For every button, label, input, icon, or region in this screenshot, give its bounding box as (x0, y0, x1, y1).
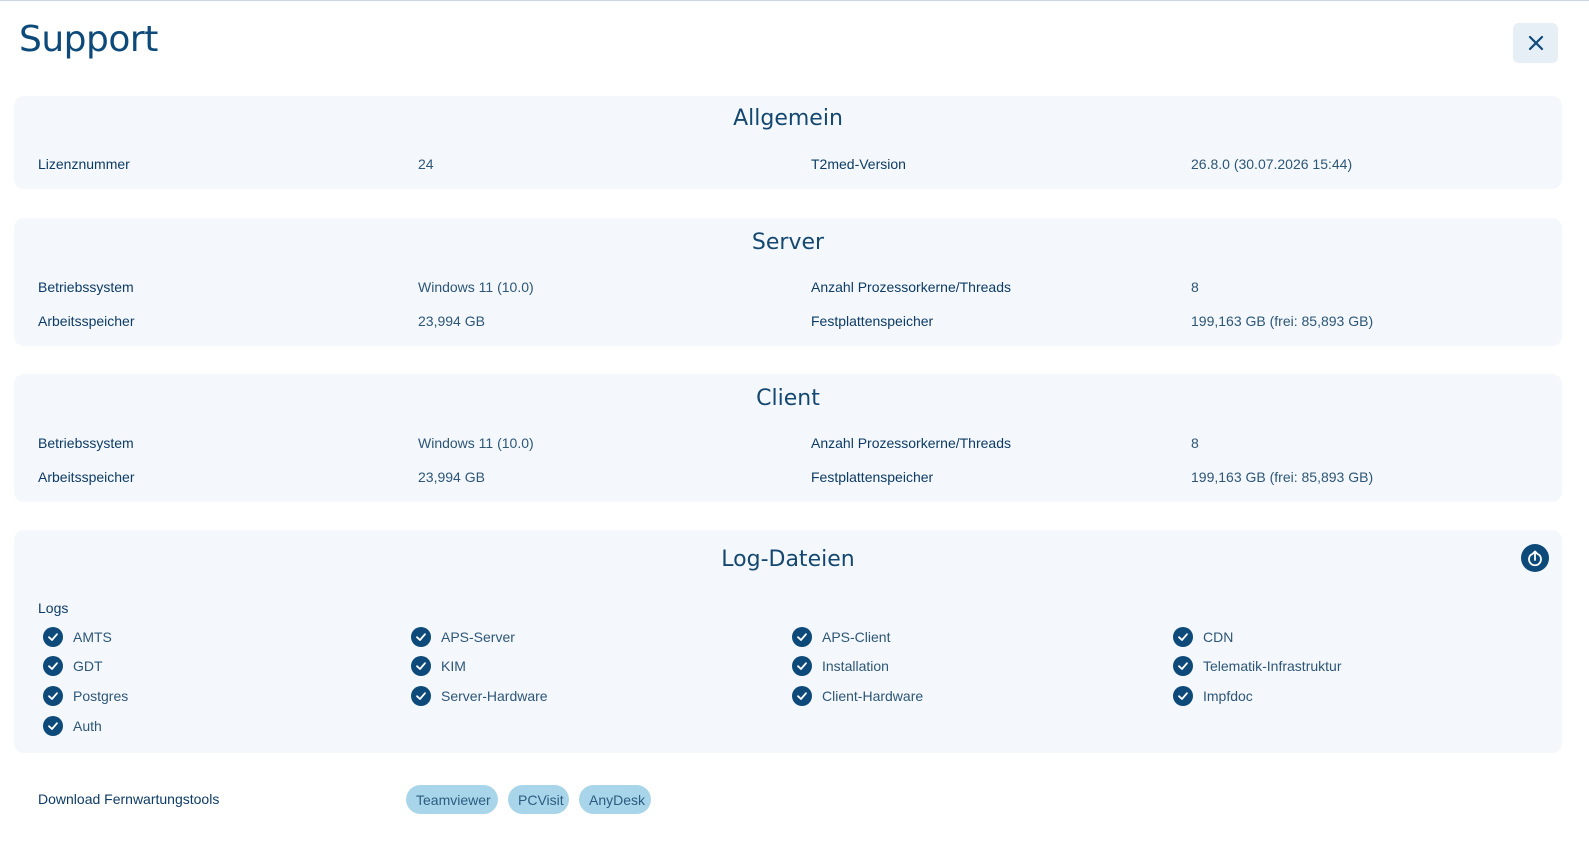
client-cores-label: Anzahl Prozessorkerne/Threads (811, 435, 1011, 451)
server-os-value: Windows 11 (10.0) (418, 279, 534, 295)
check-icon (411, 686, 431, 706)
download-tools-label: Download Fernwartungstools (38, 791, 220, 807)
upload-icon (1528, 550, 1542, 567)
log-checkbox-impfdoc[interactable]: Impfdoc (1173, 686, 1253, 706)
client-section: Client Betriebssystem Windows 11 (10.0) … (14, 374, 1562, 502)
section-title: Log-Dateien (721, 547, 855, 572)
client-cores-value: 8 (1191, 435, 1199, 451)
check-icon (1173, 686, 1193, 706)
check-icon (411, 656, 431, 676)
check-icon (411, 627, 431, 647)
server-disk-label: Festplattenspeicher (811, 313, 934, 329)
pcvisit-button[interactable]: PCVisit (508, 785, 569, 814)
close-button[interactable] (1513, 23, 1558, 63)
log-label: APS-Server (441, 629, 515, 645)
server-ram-label: Arbeitsspeicher (38, 313, 135, 329)
log-checkbox-auth[interactable]: Auth (43, 716, 102, 736)
log-checkbox-installation[interactable]: Installation (792, 656, 889, 676)
log-label: Server-Hardware (441, 688, 548, 704)
logs-subtitle: Logs (38, 600, 69, 616)
license-label: Lizenznummer (38, 156, 130, 172)
client-disk-value: 199,163 GB (frei: 85,893 GB) (1191, 469, 1374, 485)
server-section: Server Betriebssystem Windows 11 (10.0) … (14, 218, 1562, 346)
check-icon (1173, 627, 1193, 647)
log-checkbox-aps-server[interactable]: APS-Server (411, 627, 515, 647)
log-label: APS-Client (822, 629, 891, 645)
page-title: Support (19, 19, 158, 60)
log-files-section: Log-Dateien Logs AMTS GDT Postgres Auth … (14, 530, 1562, 753)
client-disk-label: Festplattenspeicher (811, 469, 934, 485)
log-label: Postgres (73, 688, 129, 704)
log-label: KIM (441, 658, 466, 674)
version-label: T2med-Version (811, 156, 906, 172)
server-ram-value: 23,994 GB (418, 313, 485, 329)
client-ram-label: Arbeitsspeicher (38, 469, 135, 485)
license-value: 24 (418, 156, 434, 172)
check-icon (43, 656, 63, 676)
log-label: Telematik-Infrastruktur (1203, 658, 1342, 674)
log-checkbox-aps-client[interactable]: APS-Client (792, 627, 890, 647)
client-os-label: Betriebssystem (38, 435, 134, 451)
log-checkbox-kim[interactable]: KIM (411, 656, 466, 676)
log-label: AMTS (73, 629, 112, 645)
log-checkbox-cdn[interactable]: CDN (1173, 627, 1233, 647)
log-checkbox-postgres[interactable]: Postgres (43, 686, 128, 706)
client-os-value: Windows 11 (10.0) (418, 435, 534, 451)
client-ram-value: 23,994 GB (418, 469, 485, 485)
log-label: GDT (73, 658, 103, 674)
server-cores-value: 8 (1191, 279, 1199, 295)
section-title: Allgemein (733, 106, 843, 131)
section-title: Client (756, 386, 820, 411)
check-icon (792, 656, 812, 676)
log-label: Auth (73, 718, 102, 734)
log-checkbox-telematik[interactable]: Telematik-Infrastruktur (1173, 656, 1341, 676)
section-title: Server (751, 230, 825, 255)
log-checkbox-gdt[interactable]: GDT (43, 656, 103, 676)
log-checkbox-server-hardware[interactable]: Server-Hardware (411, 686, 548, 706)
log-checkbox-amts[interactable]: AMTS (43, 627, 112, 647)
check-icon (792, 686, 812, 706)
check-icon (792, 627, 812, 647)
check-icon (43, 716, 63, 736)
close-icon (1528, 35, 1543, 51)
server-disk-value: 199,163 GB (frei: 85,893 GB) (1191, 313, 1374, 329)
check-icon (43, 627, 63, 647)
server-os-label: Betriebssystem (38, 279, 134, 295)
anydesk-button[interactable]: AnyDesk (579, 785, 651, 814)
server-cores-label: Anzahl Prozessorkerne/Threads (811, 279, 1011, 295)
upload-logs-button[interactable] (1521, 544, 1549, 572)
log-label: Client-Hardware (822, 688, 924, 704)
log-label: Installation (822, 658, 889, 674)
log-label: Impfdoc (1203, 688, 1253, 704)
teamviewer-button[interactable]: Teamviewer (406, 785, 498, 814)
version-value: 26.8.0 (30.07.2026 15:44) (1191, 156, 1353, 172)
check-icon (43, 686, 63, 706)
log-label: CDN (1203, 629, 1234, 645)
log-checkbox-client-hardware[interactable]: Client-Hardware (792, 686, 923, 706)
check-icon (1173, 656, 1193, 676)
general-section: Allgemein Lizenznummer 24 T2med-Version … (14, 96, 1562, 189)
